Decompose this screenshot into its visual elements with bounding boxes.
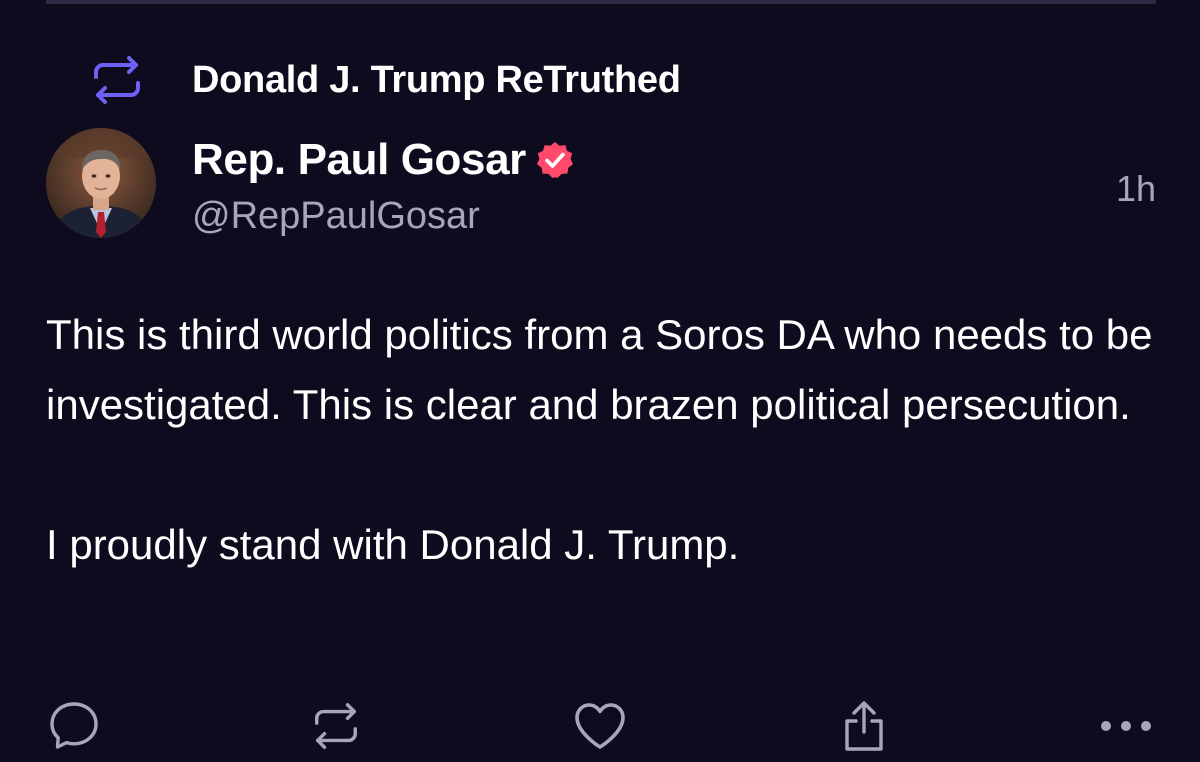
post-body: This is third world politics from a Soro… (46, 300, 1156, 580)
retruth-icon (310, 700, 362, 752)
heart-icon (572, 700, 628, 752)
retruth-label[interactable]: Donald J. Trump ReTruthed (192, 59, 681, 102)
reply-button[interactable] (44, 696, 104, 756)
like-button[interactable] (570, 696, 630, 756)
retruth-icon (90, 55, 144, 105)
author-handle[interactable]: @RepPaulGosar (192, 195, 480, 238)
post-actions-bar (0, 690, 1200, 762)
retruth-button[interactable] (306, 696, 366, 756)
share-icon (840, 699, 888, 753)
post-paragraph: I proudly stand with Donald J. Trump. (46, 521, 740, 568)
share-button[interactable] (834, 696, 894, 756)
author-name-row: Rep. Paul Gosar (192, 134, 574, 186)
comment-icon (47, 699, 101, 753)
avatar[interactable] (46, 128, 156, 238)
retruth-indicator: Donald J. Trump ReTruthed (90, 52, 681, 108)
more-icon (1096, 716, 1156, 736)
post-paragraph: This is third world politics from a Soro… (46, 311, 1153, 428)
verified-badge-icon (536, 141, 574, 179)
more-button[interactable] (1096, 696, 1156, 756)
top-divider (46, 0, 1156, 4)
post-timestamp[interactable]: 1h (1116, 168, 1156, 210)
author-name[interactable]: Rep. Paul Gosar (192, 135, 526, 185)
